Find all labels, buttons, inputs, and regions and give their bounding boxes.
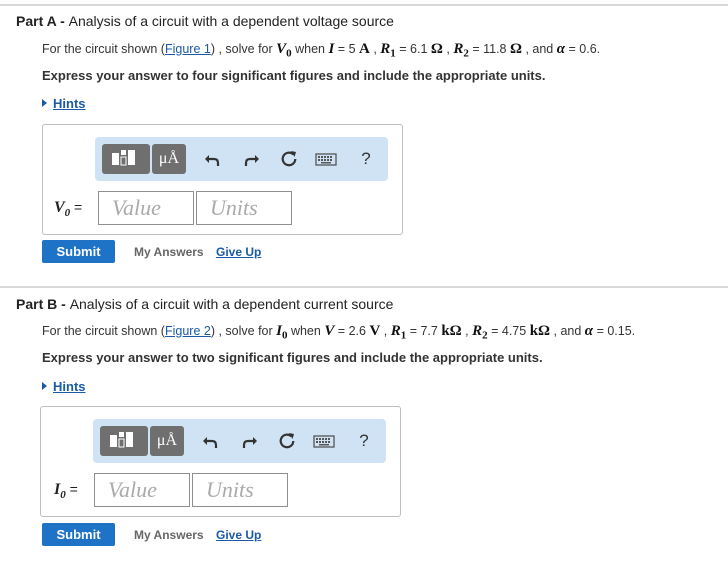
- part-b-question: For the circuit shown (Figure 2) , solve…: [42, 323, 636, 342]
- reset-icon[interactable]: [277, 431, 297, 451]
- part-a-title: Analysis of a circuit with a dependent v…: [68, 13, 394, 29]
- part-b-math-toolbar: μÅ ?: [93, 419, 386, 463]
- help-icon[interactable]: ?: [357, 431, 371, 451]
- part-b-answer-box: μÅ ? I0 = Value Units: [40, 406, 401, 517]
- part-b-label: Part B -: [16, 296, 70, 312]
- keyboard-icon[interactable]: [313, 431, 335, 451]
- templates-icon[interactable]: [102, 144, 150, 174]
- help-icon[interactable]: ?: [359, 149, 373, 169]
- part-a-give-up-link[interactable]: Give Up: [216, 245, 261, 259]
- undo-icon[interactable]: [203, 149, 223, 169]
- undo-icon[interactable]: [201, 431, 221, 451]
- part-a-submit-button[interactable]: Submit: [42, 240, 115, 263]
- templates-icon[interactable]: [100, 426, 148, 456]
- section-divider: [0, 286, 728, 288]
- part-a-value-input[interactable]: Value: [98, 191, 194, 225]
- part-b-submit-button[interactable]: Submit: [42, 523, 115, 546]
- part-a-answer-box: μÅ ? V0 = Value Units: [42, 124, 403, 235]
- keyboard-icon[interactable]: [315, 149, 337, 169]
- part-a-my-answers[interactable]: My Answers: [134, 245, 204, 259]
- part-b-units-input[interactable]: Units: [192, 473, 288, 507]
- units-mu-icon[interactable]: μÅ: [150, 426, 184, 456]
- part-b-hints-link[interactable]: Hints: [42, 379, 86, 394]
- figure-2-link[interactable]: Figure 2: [165, 324, 211, 338]
- expand-triangle-icon: [42, 99, 47, 107]
- part-b-heading: Part B - Analysis of a circuit with a de…: [16, 296, 393, 312]
- part-a-instruction: Express your answer to four significant …: [42, 68, 546, 83]
- expand-triangle-icon: [42, 382, 47, 390]
- redo-icon[interactable]: [241, 149, 261, 169]
- part-a-math-toolbar: μÅ ?: [95, 137, 388, 181]
- part-b-value-input[interactable]: Value: [94, 473, 190, 507]
- part-b-give-up-link[interactable]: Give Up: [216, 528, 261, 542]
- part-b-instruction: Express your answer to two significant f…: [42, 350, 543, 365]
- part-a-heading: Part A - Analysis of a circuit with a de…: [16, 13, 394, 29]
- part-a-question: For the circuit shown (Figure 1) , solve…: [42, 41, 601, 60]
- part-a-units-input[interactable]: Units: [196, 191, 292, 225]
- top-divider: [0, 4, 728, 6]
- part-a-label: Part A -: [16, 13, 69, 29]
- reset-icon[interactable]: [279, 149, 299, 169]
- part-b-my-answers[interactable]: My Answers: [134, 528, 204, 542]
- part-b-title: Analysis of a circuit with a dependent c…: [69, 296, 394, 312]
- redo-icon[interactable]: [239, 431, 259, 451]
- part-a-variable-label: V0 =: [54, 199, 83, 220]
- figure-1-link[interactable]: Figure 1: [165, 42, 211, 56]
- part-b-variable-label: I0 =: [54, 481, 78, 502]
- units-mu-icon[interactable]: μÅ: [152, 144, 186, 174]
- part-a-hints-link[interactable]: Hints: [42, 96, 86, 111]
